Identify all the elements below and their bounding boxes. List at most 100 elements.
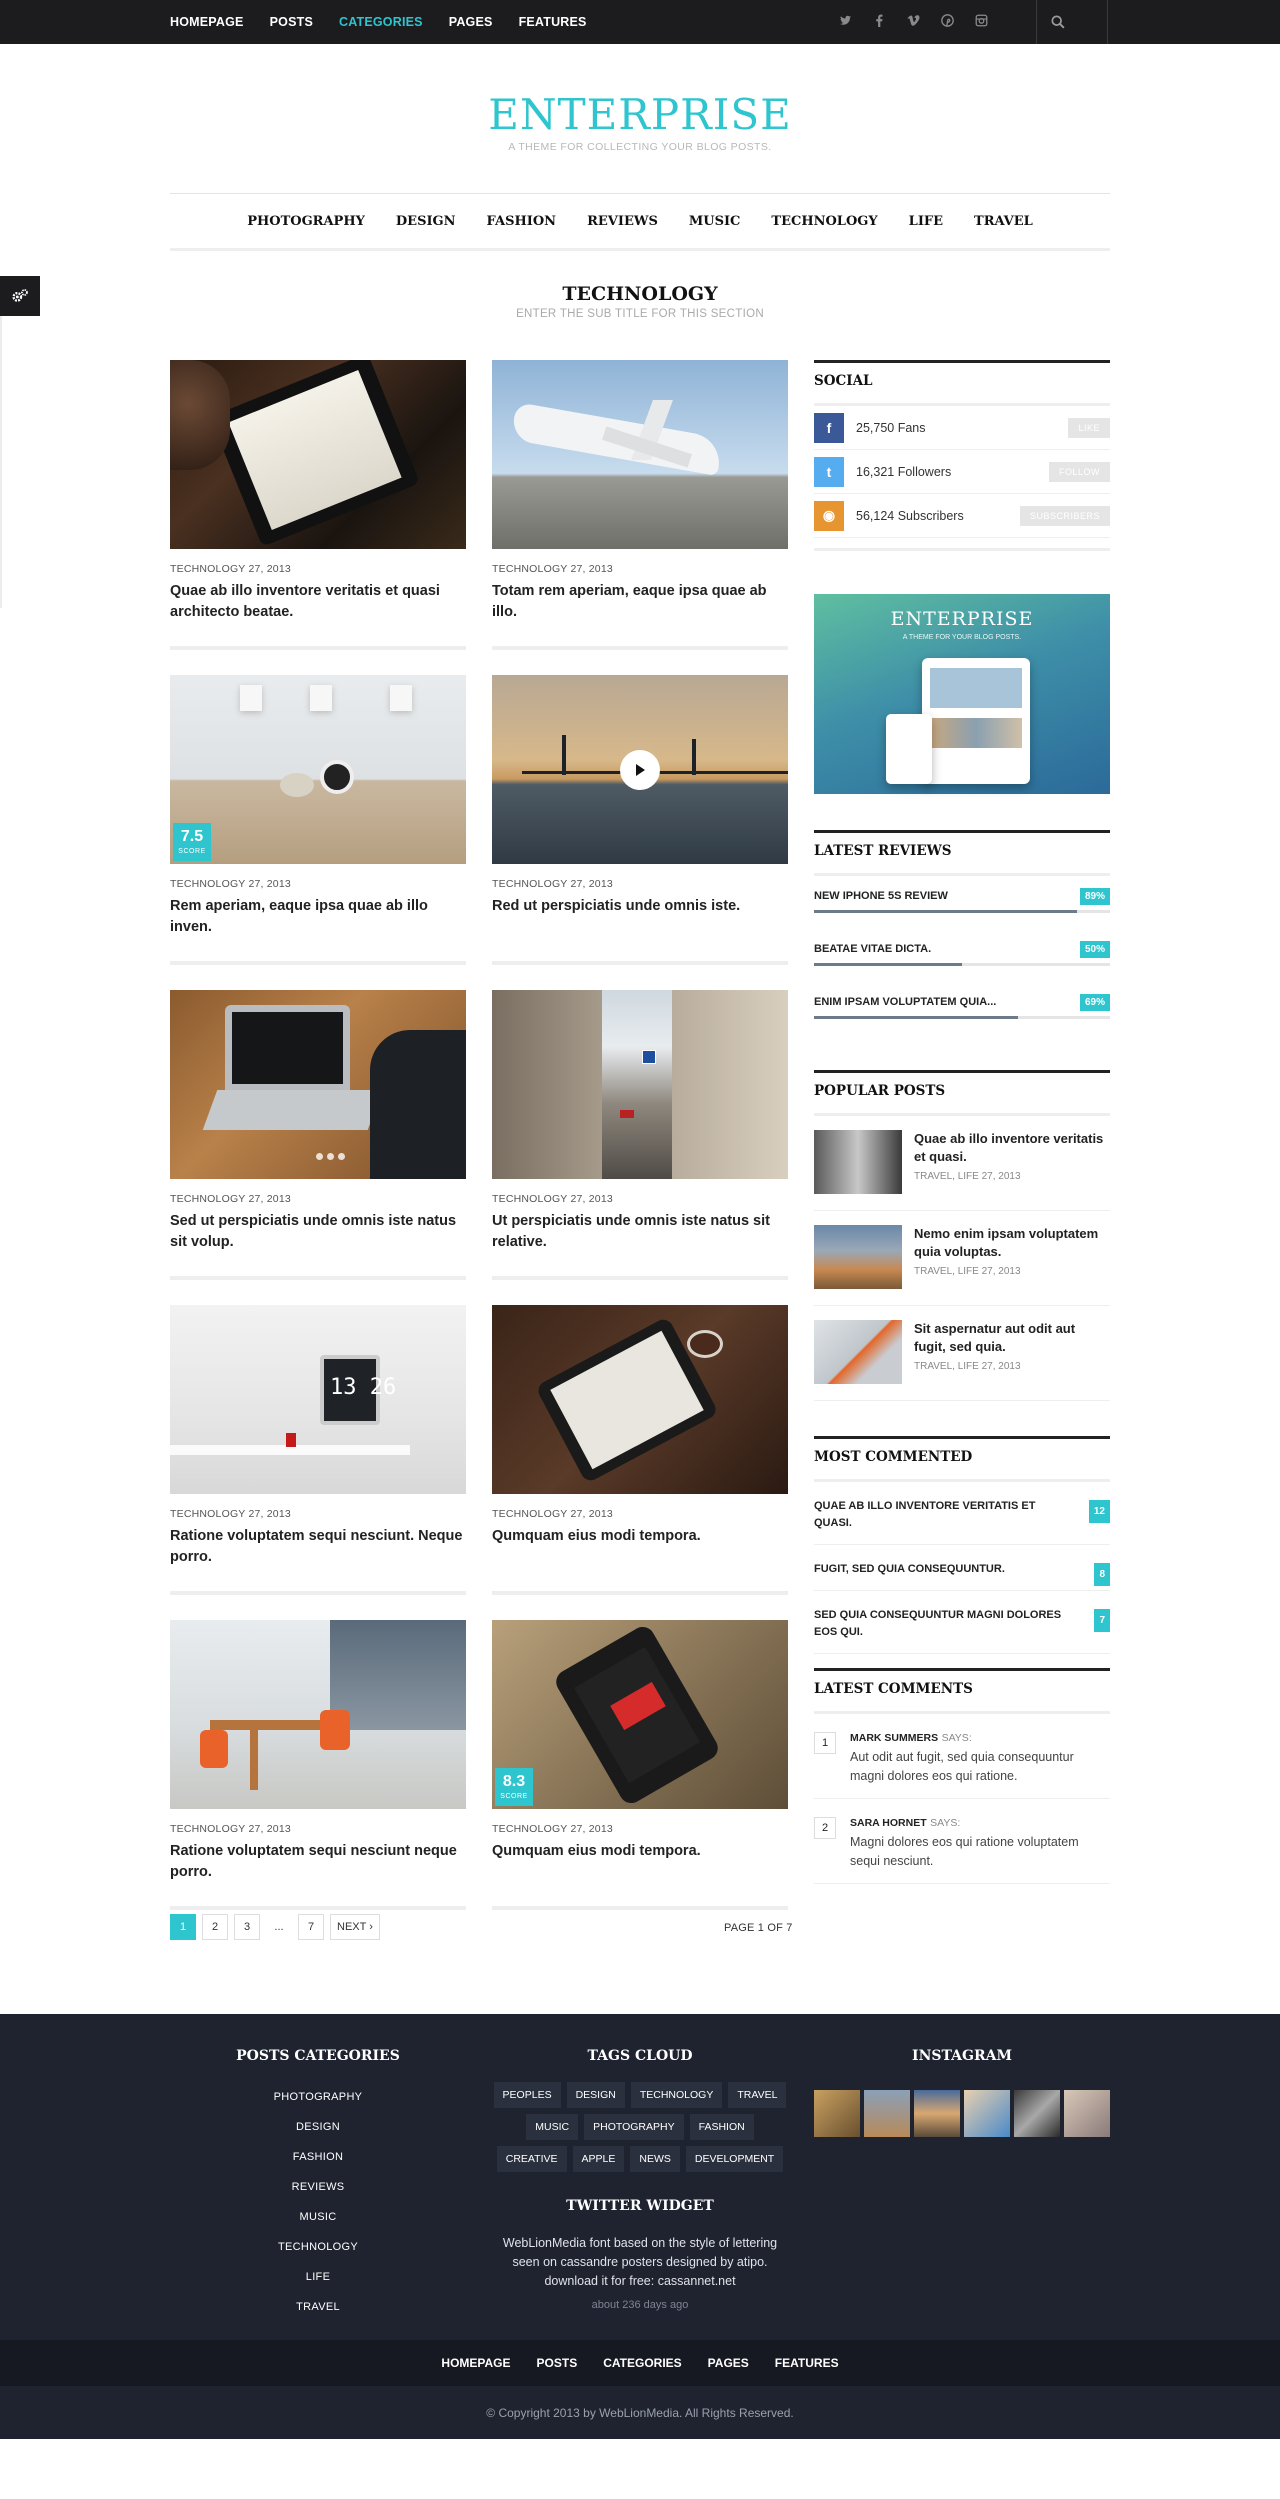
tag-design[interactable]: DESIGN bbox=[566, 2082, 625, 2108]
catnav-reviews[interactable]: REVIEWS bbox=[587, 214, 658, 229]
footer-cat-travel[interactable]: TRAVEL bbox=[218, 2292, 418, 2322]
post-title[interactable]: Ratione voluptatem sequi nesciunt. Neque… bbox=[170, 1526, 466, 1568]
page-3-button[interactable]: 3 bbox=[234, 1914, 260, 1940]
post-image[interactable] bbox=[170, 360, 466, 549]
site-logo[interactable]: ENTERPRISE bbox=[0, 90, 1280, 139]
post-image[interactable] bbox=[492, 675, 788, 864]
topnav-posts[interactable]: POSTS bbox=[270, 15, 313, 29]
post-image[interactable] bbox=[492, 990, 788, 1179]
tweet-text[interactable]: WebLionMedia font based on the style of … bbox=[503, 2236, 777, 2288]
footer-cat-music[interactable]: MUSIC bbox=[218, 2202, 418, 2232]
popular-thumbnail[interactable] bbox=[814, 1320, 902, 1384]
follow-button[interactable]: FOLLOW bbox=[1048, 461, 1110, 482]
footer-cat-photography[interactable]: PHOTOGRAPHY bbox=[218, 2082, 418, 2112]
page-1-button[interactable]: 1 bbox=[170, 1914, 196, 1940]
play-button[interactable] bbox=[620, 750, 660, 790]
tag-creative[interactable]: CREATIVE bbox=[496, 2146, 567, 2172]
footer-nav-homepage[interactable]: HOMEPAGE bbox=[441, 2356, 510, 2370]
catnav-design[interactable]: DESIGN bbox=[396, 214, 456, 229]
instagram-photo[interactable] bbox=[914, 2090, 960, 2137]
subscribe-button[interactable]: SUBSCRIBERS bbox=[1019, 505, 1110, 526]
vimeo-icon[interactable] bbox=[906, 14, 920, 30]
post-title[interactable]: Rem aperiam, eaque ipsa quae ab illo inv… bbox=[170, 896, 466, 938]
tag-music[interactable]: MUSIC bbox=[526, 2114, 579, 2140]
slider-dot[interactable] bbox=[327, 1153, 334, 1160]
comment-author[interactable]: SARA HORNET bbox=[850, 1817, 927, 1829]
review-item[interactable]: BEATAE VITAE DICTA. 50% bbox=[814, 929, 1110, 982]
comment-author[interactable]: MARK SUMMERS bbox=[850, 1732, 938, 1744]
instagram-icon[interactable] bbox=[974, 14, 988, 30]
topnav-pages[interactable]: PAGES bbox=[449, 15, 493, 29]
instagram-photo[interactable] bbox=[1014, 2090, 1060, 2137]
catnav-music[interactable]: MUSIC bbox=[689, 214, 741, 229]
tag-peoples[interactable]: PEOPLES bbox=[493, 2082, 561, 2108]
post-title[interactable]: Sed ut perspiciatis unde omnis iste natu… bbox=[170, 1211, 466, 1253]
catnav-photography[interactable]: PHOTOGRAPHY bbox=[247, 214, 365, 229]
tag-photography[interactable]: PHOTOGRAPHY bbox=[584, 2114, 684, 2140]
post-image[interactable] bbox=[492, 1305, 788, 1494]
post-image[interactable]: 7.5 SCORE bbox=[170, 675, 466, 864]
post-title[interactable]: Ratione voluptatem sequi nesciunt neque … bbox=[170, 1841, 466, 1883]
comment-text[interactable]: Magni dolores eos qui ratione voluptatem… bbox=[850, 1835, 1079, 1868]
popular-title[interactable]: Nemo enim ipsam voluptatem quia voluptas… bbox=[914, 1225, 1110, 1261]
catnav-life[interactable]: LIFE bbox=[909, 214, 943, 229]
slider-dot[interactable] bbox=[338, 1153, 345, 1160]
footer-cat-reviews[interactable]: REVIEWS bbox=[218, 2172, 418, 2202]
catnav-fashion[interactable]: FASHION bbox=[487, 214, 557, 229]
popular-thumbnail[interactable] bbox=[814, 1130, 902, 1194]
tag-apple[interactable]: APPLE bbox=[572, 2146, 625, 2172]
popular-title[interactable]: Sit aspernatur aut odit aut fugit, sed q… bbox=[914, 1320, 1110, 1356]
next-page-button[interactable]: NEXT › bbox=[330, 1914, 380, 1940]
twitter-icon[interactable] bbox=[838, 14, 852, 30]
post-image[interactable] bbox=[170, 1620, 466, 1809]
tag-travel[interactable]: TRAVEL bbox=[728, 2082, 787, 2108]
footer-cat-technology[interactable]: TECHNOLOGY bbox=[218, 2232, 418, 2262]
footer-cat-design[interactable]: DESIGN bbox=[218, 2112, 418, 2142]
footer-nav-pages[interactable]: PAGES bbox=[708, 2356, 749, 2370]
facebook-icon[interactable] bbox=[872, 14, 886, 30]
post-image[interactable]: 13 26 bbox=[170, 1305, 466, 1494]
commented-item[interactable]: SED QUIA CONSEQUUNTUR MAGNI DOLORES EOS … bbox=[814, 1591, 1110, 1654]
post-title[interactable]: Red ut perspiciatis unde omnis iste. bbox=[492, 896, 788, 917]
style-switcher-button[interactable] bbox=[0, 276, 40, 316]
search-button[interactable] bbox=[1036, 0, 1108, 44]
post-title[interactable]: Ut perspiciatis unde omnis iste natus si… bbox=[492, 1211, 788, 1253]
post-title[interactable]: Qumquam eius modi tempora. bbox=[492, 1526, 788, 1547]
footer-nav-features[interactable]: FEATURES bbox=[775, 2356, 839, 2370]
promo-banner[interactable]: ENTERPRISE A THEME FOR YOUR BLOG POSTS. bbox=[814, 594, 1110, 794]
footer-cat-life[interactable]: LIFE bbox=[218, 2262, 418, 2292]
footer-nav-posts[interactable]: POSTS bbox=[537, 2356, 578, 2370]
page-2-button[interactable]: 2 bbox=[202, 1914, 228, 1940]
topnav-categories[interactable]: CATEGORIES bbox=[339, 15, 423, 29]
instagram-photo[interactable] bbox=[864, 2090, 910, 2137]
comment-text[interactable]: Aut odit aut fugit, sed quia consequuntu… bbox=[850, 1750, 1074, 1783]
post-title[interactable]: Totam rem aperiam, eaque ipsa quae ab il… bbox=[492, 581, 788, 623]
tag-development[interactable]: DEVELOPMENT bbox=[685, 2146, 784, 2172]
instagram-photo[interactable] bbox=[814, 2090, 860, 2137]
like-button[interactable]: LIKE bbox=[1068, 417, 1110, 438]
instagram-photo[interactable] bbox=[964, 2090, 1010, 2137]
commented-item[interactable]: FUGIT, SED QUIA CONSEQUUNTUR. 8 bbox=[814, 1545, 1110, 1591]
slider-dot[interactable] bbox=[316, 1153, 323, 1160]
page-7-button[interactable]: 7 bbox=[298, 1914, 324, 1940]
post-title[interactable]: Qumquam eius modi tempora. bbox=[492, 1841, 788, 1862]
review-item[interactable]: NEW IPHONE 5S REVIEW 89% bbox=[814, 876, 1110, 929]
pinterest-icon[interactable] bbox=[940, 14, 954, 30]
popular-title[interactable]: Quae ab illo inventore veritatis et quas… bbox=[914, 1130, 1110, 1166]
review-item[interactable]: ENIM IPSAM VOLUPTATEM QUIA... 69% bbox=[814, 982, 1110, 1035]
catnav-travel[interactable]: TRAVEL bbox=[974, 214, 1033, 229]
commented-item[interactable]: QUAE AB ILLO INVENTORE VERITATIS ET QUAS… bbox=[814, 1482, 1110, 1545]
tag-fashion[interactable]: FASHION bbox=[689, 2114, 754, 2140]
tag-technology[interactable]: TECHNOLOGY bbox=[630, 2082, 723, 2108]
topnav-features[interactable]: FEATURES bbox=[519, 15, 587, 29]
topnav-homepage[interactable]: HOMEPAGE bbox=[170, 15, 244, 29]
post-image[interactable] bbox=[170, 990, 466, 1179]
post-image[interactable] bbox=[492, 360, 788, 549]
catnav-technology[interactable]: TECHNOLOGY bbox=[771, 214, 877, 229]
instagram-photo[interactable] bbox=[1064, 2090, 1110, 2137]
footer-cat-fashion[interactable]: FASHION bbox=[218, 2142, 418, 2172]
tag-news[interactable]: NEWS bbox=[630, 2146, 680, 2172]
post-image[interactable]: 8.3 SCORE bbox=[492, 1620, 788, 1809]
post-title[interactable]: Quae ab illo inventore veritatis et quas… bbox=[170, 581, 466, 623]
popular-thumbnail[interactable] bbox=[814, 1225, 902, 1289]
